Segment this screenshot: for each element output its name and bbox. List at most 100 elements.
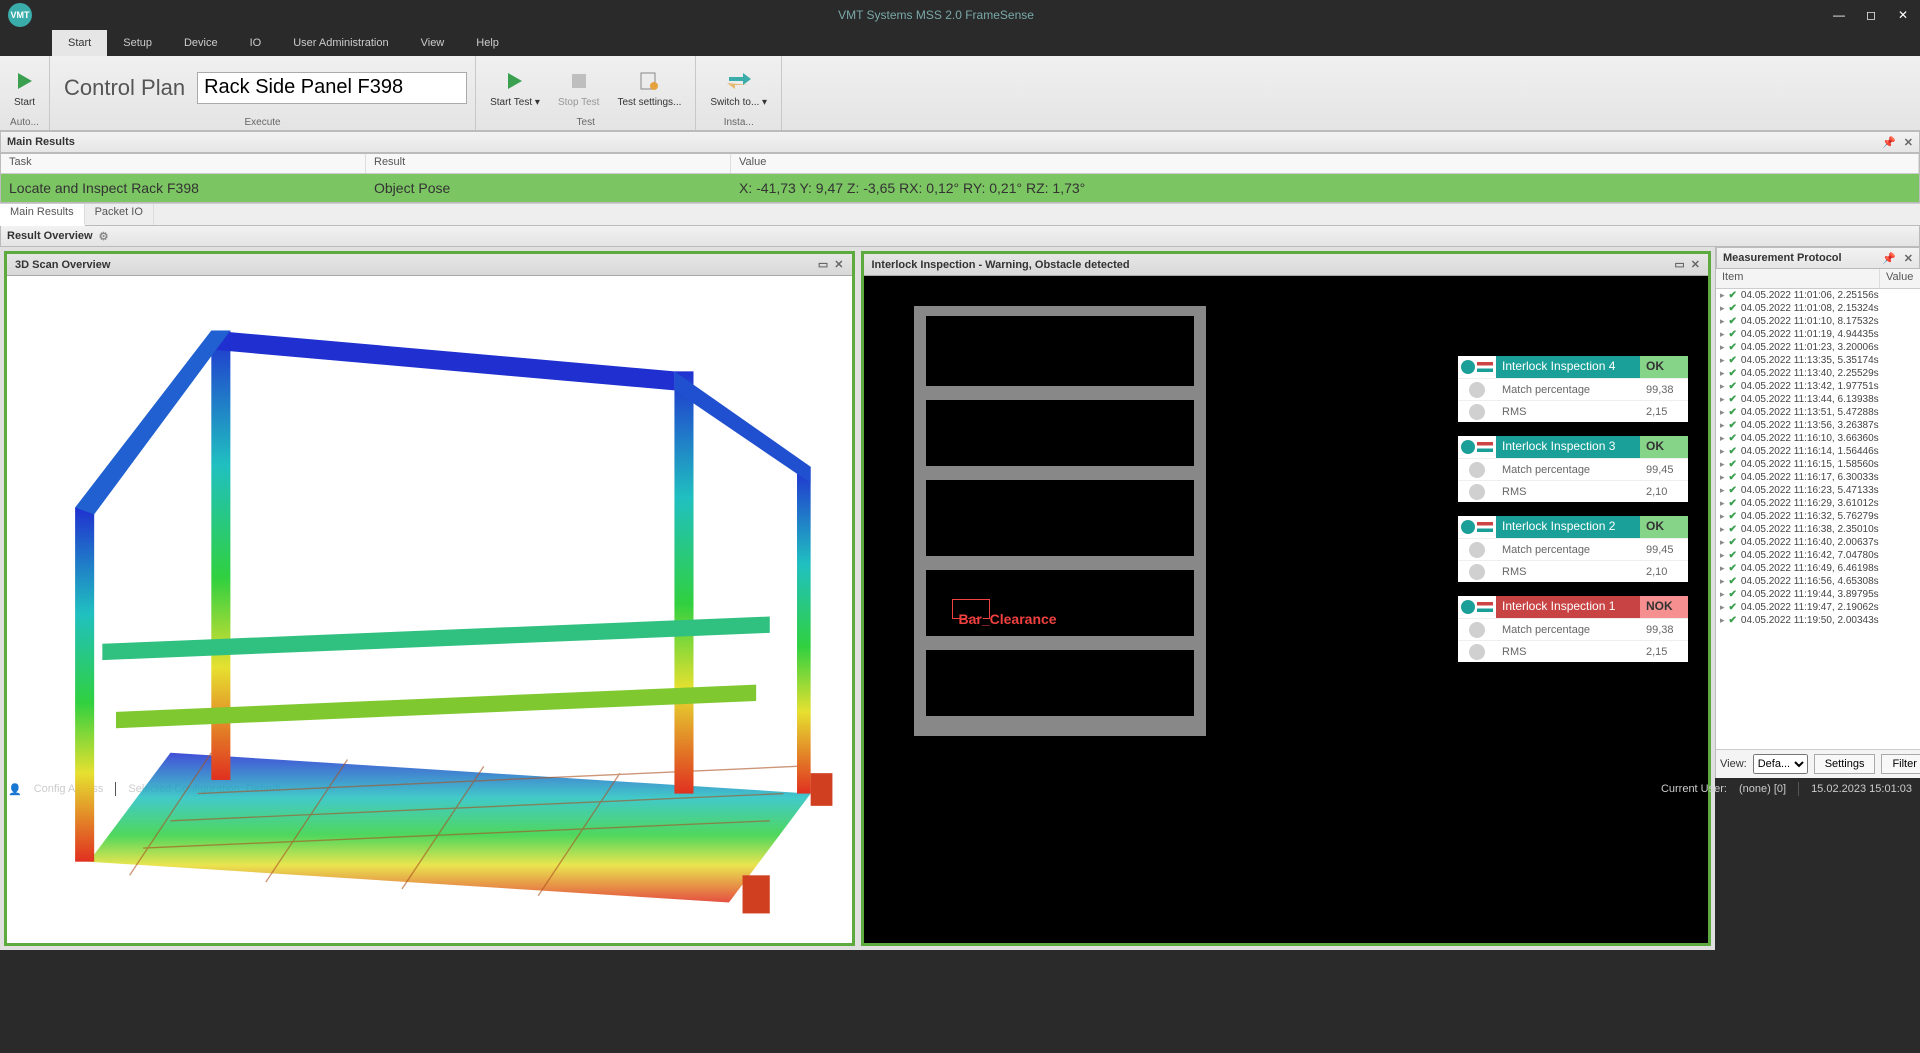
mp-row-text: 04.05.2022 11:16:15, 1.58560s bbox=[1741, 459, 1879, 470]
menu-device[interactable]: Device bbox=[168, 30, 234, 56]
check-icon: ✔ bbox=[1729, 563, 1737, 574]
match-value: 99,45 bbox=[1640, 544, 1688, 556]
maximize-button[interactable]: ◻ bbox=[1862, 6, 1880, 24]
ribbon-group-test-label: Test bbox=[577, 117, 595, 128]
col-value[interactable]: Value bbox=[731, 154, 1919, 173]
minimize-button[interactable]: — bbox=[1830, 6, 1848, 24]
mp-row[interactable]: ▸✔04.05.2022 11:16:49, 6.46198s bbox=[1716, 562, 1920, 575]
check-icon: ✔ bbox=[1729, 485, 1737, 496]
titlebar: VMT VMT Systems MSS 2.0 FrameSense — ◻ ✕ bbox=[0, 0, 1920, 30]
maximize-pane-icon[interactable]: ▭ bbox=[818, 258, 828, 271]
pin-icon[interactable]: 📌 bbox=[1882, 136, 1896, 149]
mp-row[interactable]: ▸✔04.05.2022 11:01:10, 8.17532s bbox=[1716, 315, 1920, 328]
card-status: OK bbox=[1640, 516, 1688, 538]
chevron-right-icon: ▸ bbox=[1720, 420, 1725, 431]
interlock-card-1[interactable]: Interlock Inspection 1NOKMatch percentag… bbox=[1458, 596, 1688, 662]
mp-row[interactable]: ▸✔04.05.2022 11:19:47, 2.19062s bbox=[1716, 601, 1920, 614]
view-interlock: Interlock Inspection - Warning, Obstacle… bbox=[861, 251, 1712, 946]
menu-help[interactable]: Help bbox=[460, 30, 515, 56]
view-interlock-title: Interlock Inspection - Warning, Obstacle… bbox=[872, 259, 1130, 271]
mp-view-label: View: bbox=[1720, 758, 1747, 770]
menu-start[interactable]: Start bbox=[52, 30, 107, 56]
control-plan-select[interactable] bbox=[197, 72, 467, 104]
mp-row[interactable]: ▸✔04.05.2022 11:16:42, 7.04780s bbox=[1716, 549, 1920, 562]
stop-test-button[interactable]: Stop Test bbox=[552, 65, 606, 110]
main-results-tabs: Main ResultsPacket IO bbox=[0, 203, 1920, 225]
chevron-right-icon: ▸ bbox=[1720, 355, 1725, 366]
mp-row[interactable]: ▸✔04.05.2022 11:01:06, 2.25156s bbox=[1716, 289, 1920, 302]
col-task[interactable]: Task bbox=[1, 154, 366, 173]
mp-row[interactable]: ▸✔04.05.2022 11:19:44, 3.89795s bbox=[1716, 588, 1920, 601]
mp-row[interactable]: ▸✔04.05.2022 11:16:23, 5.47133s bbox=[1716, 484, 1920, 497]
mp-row[interactable]: ▸✔04.05.2022 11:13:51, 5.47288s bbox=[1716, 406, 1920, 419]
match-value: 99,38 bbox=[1640, 384, 1688, 396]
mp-settings-button[interactable]: Settings bbox=[1814, 754, 1876, 774]
interlock-card-4[interactable]: Interlock Inspection 4OKMatch percentage… bbox=[1458, 356, 1688, 422]
chevron-right-icon: ▸ bbox=[1720, 459, 1725, 470]
chevron-right-icon: ▸ bbox=[1720, 524, 1725, 535]
check-icon: ✔ bbox=[1729, 615, 1737, 626]
mp-row[interactable]: ▸✔04.05.2022 11:13:56, 3.26387s bbox=[1716, 419, 1920, 432]
mp-row[interactable]: ▸✔04.05.2022 11:16:38, 2.35010s bbox=[1716, 523, 1920, 536]
mp-col-item[interactable]: Item bbox=[1716, 269, 1880, 288]
gear-icon[interactable]: ⚙ bbox=[99, 230, 109, 243]
menu-view[interactable]: View bbox=[405, 30, 461, 56]
mp-row[interactable]: ▸✔04.05.2022 11:01:23, 3.20006s bbox=[1716, 341, 1920, 354]
col-result[interactable]: Result bbox=[366, 154, 731, 173]
mp-row[interactable]: ▸✔04.05.2022 11:13:44, 6.13938s bbox=[1716, 393, 1920, 406]
view-3d-scan-body[interactable] bbox=[7, 276, 852, 943]
mp-row[interactable]: ▸✔04.05.2022 11:01:08, 2.15324s bbox=[1716, 302, 1920, 315]
rms-label: RMS bbox=[1496, 486, 1640, 498]
check-icon: ✔ bbox=[1729, 459, 1737, 470]
rms-label: RMS bbox=[1496, 646, 1640, 658]
chevron-right-icon: ▸ bbox=[1720, 537, 1725, 548]
measurement-protocol-panel: Measurement Protocol 📌 ✕ Item Value ▸✔04… bbox=[1715, 247, 1920, 778]
mp-row[interactable]: ▸✔04.05.2022 11:16:40, 2.00637s bbox=[1716, 536, 1920, 549]
close-panel-icon[interactable]: ✕ bbox=[1904, 252, 1913, 265]
mp-view-select[interactable]: Defa... bbox=[1753, 754, 1808, 774]
check-icon: ✔ bbox=[1729, 537, 1737, 548]
result-value: X: -41,73 Y: 9,47 Z: -3,65 RX: 0,12° RY:… bbox=[731, 180, 1919, 196]
mp-row[interactable]: ▸✔04.05.2022 11:16:17, 6.30033s bbox=[1716, 471, 1920, 484]
pin-icon[interactable]: 📌 bbox=[1882, 252, 1896, 265]
switch-to-button[interactable]: Switch to... ▾ bbox=[704, 65, 773, 110]
check-icon: ✔ bbox=[1729, 576, 1737, 587]
interlock-card-3[interactable]: Interlock Inspection 3OKMatch percentage… bbox=[1458, 436, 1688, 502]
mp-row[interactable]: ▸✔04.05.2022 11:16:10, 3.66360s bbox=[1716, 432, 1920, 445]
close-button[interactable]: ✕ bbox=[1894, 6, 1912, 24]
app-logo: VMT bbox=[8, 3, 32, 27]
mp-row[interactable]: ▸ ✔ 04.05.2022 11:16:15, 1.58560s bbox=[1716, 458, 1920, 471]
close-panel-icon[interactable]: ✕ bbox=[1904, 136, 1913, 149]
close-pane-icon[interactable]: ✕ bbox=[1691, 258, 1700, 271]
tab-main-results[interactable]: Main Results bbox=[0, 204, 85, 226]
mp-row[interactable]: ▸✔04.05.2022 11:01:19, 4.94435s bbox=[1716, 328, 1920, 341]
menu-user-administration[interactable]: User Administration bbox=[277, 30, 404, 56]
mp-row[interactable]: ▸✔04.05.2022 11:16:56, 4.65308s bbox=[1716, 575, 1920, 588]
chevron-right-icon: ▸ bbox=[1720, 589, 1725, 600]
view-interlock-body[interactable]: Bar_Clearance Interlock Inspection 4OKMa… bbox=[864, 276, 1709, 943]
test-settings-button[interactable]: Test settings... bbox=[611, 65, 687, 110]
view-3d-scan-title: 3D Scan Overview bbox=[15, 259, 110, 271]
mp-row-text: 04.05.2022 11:16:32, 5.76279s bbox=[1741, 511, 1879, 522]
mp-row[interactable]: ▸✔04.05.2022 11:19:50, 2.00343s bbox=[1716, 614, 1920, 627]
start-auto-button[interactable]: Start bbox=[5, 65, 45, 110]
start-test-button[interactable]: Start Test ▾ bbox=[484, 65, 546, 110]
tab-packet-io[interactable]: Packet IO bbox=[85, 204, 154, 225]
menu-setup[interactable]: Setup bbox=[107, 30, 168, 56]
close-pane-icon[interactable]: ✕ bbox=[834, 258, 843, 271]
mp-row[interactable]: ▸✔04.05.2022 11:16:32, 5.76279s bbox=[1716, 510, 1920, 523]
maximize-pane-icon[interactable]: ▭ bbox=[1674, 258, 1684, 271]
menu-io[interactable]: IO bbox=[234, 30, 278, 56]
mp-row[interactable]: ▸✔04.05.2022 11:13:42, 1.97751s bbox=[1716, 380, 1920, 393]
mp-col-value[interactable]: Value bbox=[1880, 269, 1920, 288]
check-icon: ✔ bbox=[1729, 524, 1737, 535]
result-row[interactable]: Locate and Inspect Rack F398 Object Pose… bbox=[1, 174, 1919, 202]
mp-row[interactable]: ▸✔04.05.2022 11:13:35, 5.35174s bbox=[1716, 354, 1920, 367]
check-icon: ✔ bbox=[1729, 407, 1737, 418]
mp-row[interactable]: ▸✔04.05.2022 11:13:40, 2.25529s bbox=[1716, 367, 1920, 380]
measurement-protocol-list[interactable]: ▸✔04.05.2022 11:01:06, 2.25156s▸✔04.05.2… bbox=[1716, 289, 1920, 749]
mp-filter-button[interactable]: Filter bbox=[1881, 754, 1920, 774]
mp-row[interactable]: ▸✔04.05.2022 11:16:29, 3.61012s bbox=[1716, 497, 1920, 510]
mp-row[interactable]: ▸✔04.05.2022 11:16:14, 1.56446s bbox=[1716, 445, 1920, 458]
interlock-card-2[interactable]: Interlock Inspection 2OKMatch percentage… bbox=[1458, 516, 1688, 582]
